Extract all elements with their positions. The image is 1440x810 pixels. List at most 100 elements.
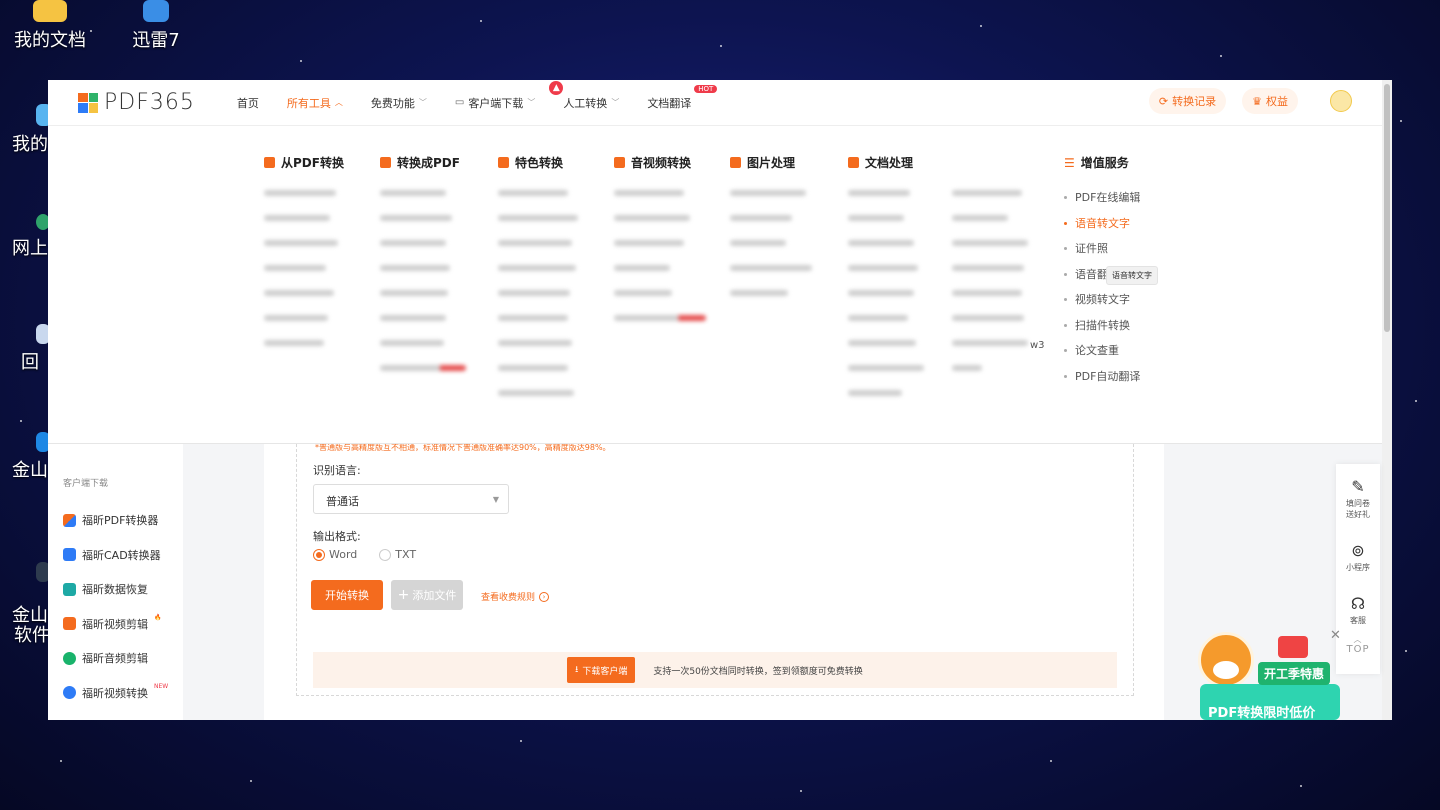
survey-button[interactable]: ✎ 填问卷 送好礼 <box>1336 478 1380 520</box>
sidebar-item-video-editor[interactable]: 福昕视频剪辑 🔥 <box>48 607 183 642</box>
desktop-icon-xunlei[interactable]: 迅雷7 <box>116 0 196 52</box>
menu-link[interactable] <box>952 340 1028 346</box>
menu-link[interactable] <box>380 265 450 271</box>
menu-link[interactable] <box>730 240 786 246</box>
sidebar-item-cad-converter[interactable]: 福昕CAD转换器 <box>48 538 183 573</box>
nav-manual-convert[interactable]: ▲ 人工转换 ﹀ <box>549 80 619 111</box>
menu-link[interactable] <box>952 215 1008 221</box>
menu-link[interactable] <box>498 315 568 321</box>
sidebar-item-audio-editor[interactable]: 福昕音频剪辑 <box>48 641 183 676</box>
menu-link[interactable] <box>614 315 706 321</box>
menu-col-featured: 特色转换 <box>498 154 584 396</box>
av-icon <box>614 157 625 168</box>
start-convert-button[interactable]: 开始转换 <box>311 580 383 610</box>
close-icon[interactable]: ✕ <box>1330 628 1341 643</box>
menu-link[interactable] <box>848 265 918 271</box>
menu-link[interactable] <box>498 265 576 271</box>
menu-link[interactable] <box>848 365 924 371</box>
menu-link[interactable] <box>730 190 806 196</box>
service-id-photo[interactable]: 证件照 <box>1064 236 1204 262</box>
nav-client-download[interactable]: ▭ 客户端下载 ﹀ <box>455 95 535 111</box>
nav-home[interactable]: 首页 <box>237 95 259 111</box>
service-scan-convert[interactable]: 扫描件转换 <box>1064 313 1204 339</box>
menu-link[interactable] <box>380 365 466 371</box>
refresh-icon: ⟳ <box>1158 94 1169 108</box>
sidebar-item-data-recovery[interactable]: 福昕数据恢复 <box>48 572 183 607</box>
service-pdf-auto-translate[interactable]: PDF自动翻译 <box>1064 364 1204 390</box>
promo-widget[interactable]: PDF转换限时低价 开工季特惠 ✕ <box>1194 628 1344 720</box>
nav-all-tools[interactable]: 所有工具 ︿ <box>287 95 343 111</box>
desktop-icon-my-documents[interactable]: 我的文档 <box>10 0 90 52</box>
benefits-button[interactable]: ♛ 权益 <box>1242 88 1298 114</box>
format-txt-radio[interactable]: TXT <box>379 548 416 561</box>
menu-link[interactable] <box>730 265 812 271</box>
menu-link[interactable] <box>380 315 446 321</box>
menu-link[interactable] <box>498 190 568 196</box>
video-editor-icon <box>63 617 76 631</box>
service-video-to-text[interactable]: 视频转文字 <box>1064 287 1204 313</box>
menu-link[interactable] <box>952 290 1022 296</box>
menu-link[interactable] <box>848 215 904 221</box>
menu-link[interactable] <box>380 340 444 346</box>
menu-link[interactable] <box>264 240 338 246</box>
format-label: 输出格式: <box>313 530 361 543</box>
menu-link[interactable] <box>614 215 690 221</box>
download-client-button[interactable]: ⭳ 下载客户端 <box>567 657 636 683</box>
to-pdf-icon <box>380 157 391 168</box>
menu-link[interactable] <box>380 190 446 196</box>
fee-rules-link[interactable]: 查看收费规则 › <box>481 590 550 603</box>
gift-icon <box>1278 636 1308 658</box>
plus-icon: + <box>397 587 410 603</box>
menu-link[interactable] <box>952 315 1024 321</box>
miniprogram-button[interactable]: ⊚ 小程序 <box>1336 542 1380 573</box>
menu-link[interactable] <box>952 190 1022 196</box>
menu-link[interactable] <box>498 365 568 371</box>
menu-link[interactable] <box>952 265 1024 271</box>
menu-link[interactable] <box>848 390 902 396</box>
format-word-radio[interactable]: Word <box>313 548 357 561</box>
menu-link[interactable] <box>264 340 324 346</box>
menu-link[interactable] <box>848 190 910 196</box>
menu-link[interactable] <box>264 265 326 271</box>
menu-link[interactable] <box>498 215 578 221</box>
video-converter-icon <box>63 686 76 700</box>
logo[interactable]: PDF365 <box>78 90 195 115</box>
menu-link[interactable] <box>614 240 684 246</box>
menu-link[interactable] <box>498 290 570 296</box>
history-button[interactable]: ⟳ 转换记录 <box>1148 88 1227 114</box>
customer-service-button[interactable]: ☊ 客服 <box>1336 595 1380 626</box>
menu-link[interactable] <box>380 240 446 246</box>
page-scrollbar[interactable] <box>1382 80 1392 720</box>
service-speech-to-text[interactable]: 语音转文字 <box>1064 211 1204 237</box>
menu-link[interactable] <box>264 190 336 196</box>
menu-link[interactable] <box>614 290 672 296</box>
language-select[interactable]: 普通话 ▼ <box>313 484 509 514</box>
menu-link[interactable] <box>264 315 328 321</box>
menu-link[interactable] <box>848 290 914 296</box>
service-plagiarism-check[interactable]: 论文查重 <box>1064 338 1204 364</box>
menu-link[interactable] <box>952 365 982 371</box>
menu-link[interactable] <box>498 240 572 246</box>
menu-link[interactable] <box>614 265 670 271</box>
avatar[interactable] <box>1330 90 1352 112</box>
menu-link[interactable] <box>264 215 330 221</box>
service-pdf-edit[interactable]: PDF在线编辑 <box>1064 185 1204 211</box>
nav-doc-translate[interactable]: 文档翻译 HOT <box>647 84 718 111</box>
menu-link[interactable] <box>730 290 788 296</box>
nav-free-features[interactable]: 免费功能 ﹀ <box>371 95 427 111</box>
menu-link[interactable] <box>730 215 792 221</box>
menu-link[interactable] <box>380 290 448 296</box>
menu-link[interactable] <box>264 290 334 296</box>
menu-link[interactable] <box>380 215 452 221</box>
menu-link[interactable] <box>498 390 574 396</box>
sidebar-item-pdf-converter[interactable]: 福昕PDF转换器 <box>48 503 183 538</box>
menu-link[interactable] <box>848 240 914 246</box>
add-file-button[interactable]: + 添加文件 <box>391 580 463 610</box>
menu-link[interactable] <box>848 340 916 346</box>
menu-link[interactable] <box>614 190 684 196</box>
menu-link[interactable] <box>498 340 572 346</box>
scrollbar-thumb[interactable] <box>1384 84 1390 332</box>
sidebar-item-video-converter[interactable]: 福昕视频转换 NEW <box>48 676 183 711</box>
menu-link[interactable] <box>848 315 908 321</box>
menu-link[interactable] <box>952 240 1028 246</box>
